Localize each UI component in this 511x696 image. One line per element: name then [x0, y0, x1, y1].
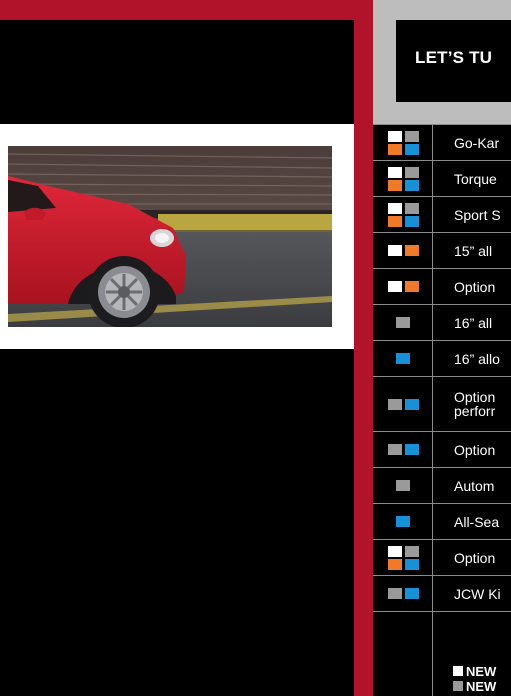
model-swatch-blue	[405, 180, 419, 191]
model-swatch-cell	[373, 432, 433, 467]
feature-row: 15” all	[373, 232, 511, 268]
feature-label-line2: perforr	[454, 403, 496, 419]
model-swatch-gray	[388, 399, 402, 410]
model-swatch-cell	[373, 468, 433, 503]
legend-swatch	[453, 681, 463, 691]
model-swatch-cell	[373, 377, 433, 431]
model-swatch-gray	[405, 546, 419, 557]
model-swatch-gray	[388, 444, 402, 455]
photo-frame	[0, 124, 354, 349]
model-swatch-gray	[405, 167, 419, 178]
model-swatch-gray	[405, 203, 419, 214]
model-swatch-cell	[373, 341, 433, 376]
model-swatch-white	[388, 546, 402, 557]
feature-row: JCW Ki	[373, 575, 511, 611]
model-swatch-cell	[373, 125, 433, 160]
model-swatch-cell	[373, 576, 433, 611]
legend-item: NEW	[453, 664, 496, 679]
feature-row: Autom	[373, 467, 511, 503]
model-swatch-blue	[396, 516, 410, 527]
feature-label: 16” allo	[454, 351, 500, 367]
model-swatch-cell	[373, 233, 433, 268]
model-swatch-cell	[373, 161, 433, 196]
model-swatch-white	[388, 167, 402, 178]
legend-swatch	[453, 666, 463, 676]
model-swatch-white	[388, 245, 402, 256]
model-swatch-cell	[373, 305, 433, 340]
feature-label: 15” all	[454, 243, 493, 259]
feature-label: Torque	[454, 171, 497, 187]
model-swatch-orange	[388, 559, 402, 570]
feature-row: 16” allo	[373, 340, 511, 376]
feature-row: Sport S	[373, 196, 511, 232]
feature-row: Option	[373, 431, 511, 467]
model-swatch-blue	[405, 144, 419, 155]
feature-row: All-Sea	[373, 503, 511, 539]
feature-row: Torque	[373, 160, 511, 196]
feature-label: JCW Ki	[454, 586, 501, 602]
model-swatch-cell	[373, 540, 433, 575]
page-heading: LET’S TU	[415, 48, 493, 67]
feature-label: Autom	[454, 478, 495, 494]
model-swatch-orange	[405, 281, 419, 292]
legend-label: NEW	[466, 679, 497, 694]
model-swatch-cell	[373, 197, 433, 232]
feature-label: Sport S	[454, 207, 501, 223]
model-swatch-orange	[388, 144, 402, 155]
model-swatch-gray	[388, 588, 402, 599]
model-swatch-gray	[405, 131, 419, 142]
model-swatch-blue	[405, 216, 419, 227]
model-swatch-white	[388, 131, 402, 142]
model-swatch-orange	[405, 245, 419, 256]
feature-label: Option	[454, 279, 496, 295]
model-swatch-white	[388, 203, 402, 214]
model-swatch-blue	[405, 399, 419, 410]
model-swatch-cell	[373, 504, 433, 539]
legend-swatch-cell	[373, 612, 433, 696]
feature-label: Option	[454, 442, 496, 458]
feature-table: Go-Kar Torque Sport S 15” all Option 16” all 1…	[373, 124, 511, 696]
model-swatch-orange	[388, 216, 402, 227]
feature-label: Go-Kar	[454, 135, 500, 151]
model-swatch-blue	[405, 588, 419, 599]
feature-label: 16” all	[454, 315, 493, 331]
model-swatch-gray	[396, 480, 410, 491]
legend-item: NEW	[453, 679, 496, 694]
legend-row: NEW NEW	[373, 611, 511, 696]
model-swatch-white	[388, 281, 402, 292]
feature-row: Option	[373, 539, 511, 575]
model-swatch-blue	[405, 444, 419, 455]
feature-row: Go-Kar	[373, 124, 511, 160]
feature-row: Option	[373, 268, 511, 304]
model-swatch-cell	[373, 269, 433, 304]
model-swatch-orange	[388, 180, 402, 191]
feature-row: 16” all	[373, 304, 511, 340]
red-divider-column	[354, 0, 373, 696]
model-swatch-gray	[396, 317, 410, 328]
feature-panel: LET’S TU Go-Kar Torque Sport S 15” all Optio…	[373, 0, 511, 696]
legend-label: NEW	[466, 664, 497, 679]
feature-label: Option	[454, 550, 496, 566]
feature-label: Option	[454, 389, 496, 405]
feature-row: Option perforr	[373, 376, 511, 431]
car-photo	[8, 146, 332, 327]
model-swatch-blue	[396, 353, 410, 364]
model-swatch-blue	[405, 559, 419, 570]
feature-label: All-Sea	[454, 514, 500, 530]
